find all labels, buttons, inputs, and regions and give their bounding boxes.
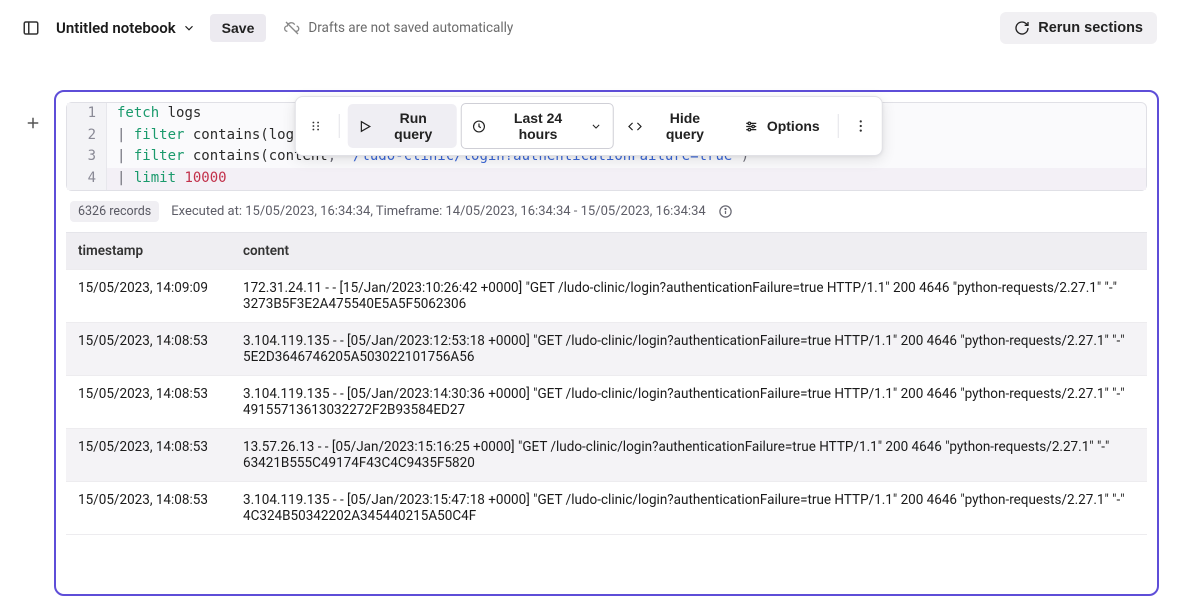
table-row[interactable]: 15/05/2023, 14:09:09172.31.24.11 - - [15… — [66, 269, 1147, 322]
add-section-button[interactable] — [24, 114, 42, 132]
cloud-off-icon — [284, 20, 300, 36]
results-panel: timestamp content 15/05/2023, 14:09:0917… — [66, 232, 1147, 584]
save-button[interactable]: Save — [210, 14, 267, 42]
code-line[interactable]: 4| limit 10000 — [67, 168, 1146, 190]
code-icon — [627, 119, 641, 134]
header-left: Untitled notebook Save Drafts are not sa… — [20, 14, 988, 42]
line-number: 3 — [67, 146, 107, 168]
info-icon[interactable] — [718, 204, 733, 219]
options-button[interactable]: Options — [734, 112, 830, 140]
toolbar-separator — [838, 114, 839, 138]
records-badge: 6326 records — [70, 201, 159, 222]
col-header-content[interactable]: content — [231, 233, 1147, 270]
query-section-card: 1fetch logs2| filter contains(log.source… — [54, 90, 1159, 596]
hide-query-button[interactable]: Hide query — [617, 104, 729, 148]
results-meta: 6326 records Executed at: 15/05/2023, 16… — [56, 197, 1157, 232]
col-header-timestamp[interactable]: timestamp — [66, 233, 231, 270]
more-menu-button[interactable] — [847, 111, 876, 141]
toolbar-separator — [338, 114, 339, 138]
table-row[interactable]: 15/05/2023, 14:08:533.104.119.135 - - [0… — [66, 322, 1147, 375]
cell-timestamp: 15/05/2023, 14:08:53 — [66, 428, 231, 481]
cell-timestamp: 15/05/2023, 14:08:53 — [66, 481, 231, 534]
cell-timestamp: 15/05/2023, 14:08:53 — [66, 375, 231, 428]
more-vertical-icon — [853, 118, 869, 134]
cell-timestamp: 15/05/2023, 14:08:53 — [66, 322, 231, 375]
table-row[interactable]: 15/05/2023, 14:08:533.104.119.135 - - [0… — [66, 481, 1147, 534]
cell-content: 3.104.119.135 - - [05/Jan/2023:12:53:18 … — [231, 322, 1147, 375]
cell-content: 13.57.26.13 - - [05/Jan/2023:15:16:25 +0… — [231, 428, 1147, 481]
table-row[interactable]: 15/05/2023, 14:08:533.104.119.135 - - [0… — [66, 375, 1147, 428]
drag-handle-icon[interactable] — [301, 111, 330, 141]
table-row[interactable]: 15/05/2023, 14:08:5313.57.26.13 - - [05/… — [66, 428, 1147, 481]
refresh-icon — [1014, 20, 1030, 36]
cell-content: 3.104.119.135 - - [05/Jan/2023:14:30:36 … — [231, 375, 1147, 428]
run-query-label: Run query — [380, 110, 447, 142]
header-bar: Untitled notebook Save Drafts are not sa… — [0, 0, 1177, 56]
results-table: timestamp content 15/05/2023, 14:09:0917… — [66, 233, 1147, 535]
notebook-title-group[interactable]: Untitled notebook — [56, 19, 196, 37]
table-header-row: timestamp content — [66, 233, 1147, 270]
autosave-hint: Drafts are not saved automatically — [284, 20, 513, 36]
run-query-button[interactable]: Run query — [347, 104, 456, 148]
chevron-down-icon — [182, 21, 196, 35]
timeframe-label: Last 24 hours — [494, 110, 582, 142]
rerun-label: Rerun sections — [1038, 20, 1143, 36]
code-text[interactable]: | limit 10000 — [107, 168, 1146, 190]
clock-icon — [472, 119, 486, 134]
sidebar-toggle-icon[interactable] — [20, 17, 42, 39]
results-scroll[interactable]: timestamp content 15/05/2023, 14:09:0917… — [66, 233, 1147, 584]
cell-content: 172.31.24.11 - - [15/Jan/2023:10:26:42 +… — [231, 269, 1147, 322]
play-icon — [357, 119, 371, 134]
options-label: Options — [767, 118, 820, 134]
rerun-sections-button[interactable]: Rerun sections — [1000, 12, 1157, 44]
line-number: 4 — [67, 168, 107, 190]
executed-timestamp: Executed at: 15/05/2023, 16:34:34, Timef… — [171, 204, 705, 219]
chevron-down-icon — [590, 120, 603, 133]
cell-timestamp: 15/05/2023, 14:09:09 — [66, 269, 231, 322]
line-number: 2 — [67, 125, 107, 147]
autosave-hint-text: Drafts are not saved automatically — [308, 20, 513, 36]
notebook-title: Untitled notebook — [56, 19, 176, 37]
timeframe-dropdown[interactable]: Last 24 hours — [461, 103, 614, 149]
sliders-icon — [744, 119, 759, 134]
query-toolbar: Run query Last 24 hours Hide query Optio… — [294, 96, 883, 156]
hide-query-label: Hide query — [650, 110, 720, 142]
cell-content: 3.104.119.135 - - [05/Jan/2023:15:47:18 … — [231, 481, 1147, 534]
line-number: 1 — [67, 103, 107, 125]
